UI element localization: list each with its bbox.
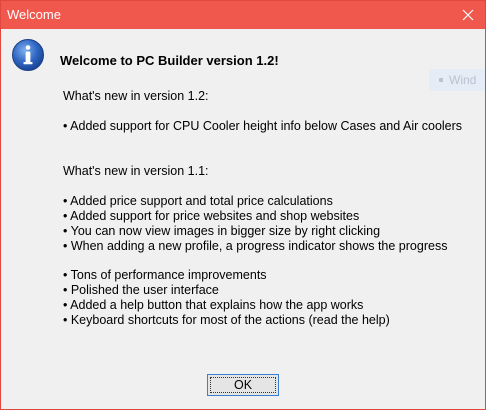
v12-section-title: What's new in version 1.2:	[63, 89, 209, 103]
list-item: • Keyboard shortcuts for most of the act…	[63, 313, 390, 327]
v12-list: • Added support for CPU Cooler height in…	[63, 119, 462, 134]
background-window-fragment: Wind	[429, 69, 485, 91]
close-button[interactable]	[451, 1, 485, 29]
list-item: • Polished the user interface	[63, 283, 219, 297]
close-icon	[462, 9, 474, 21]
v11-list-group-2: • Tons of performance improvements • Pol…	[63, 268, 390, 328]
window-title: Welcome	[7, 7, 61, 22]
dialog-content: Welcome to PC Builder version 1.2! Wind …	[1, 29, 485, 409]
list-item: • Added support for price websites and s…	[63, 209, 360, 223]
window-bullet-icon	[439, 78, 443, 82]
list-item: • Tons of performance improvements	[63, 268, 267, 282]
info-icon	[12, 39, 44, 71]
v11-list-group-1: • Added price support and total price ca…	[63, 194, 447, 254]
list-item: • Added a help button that explains how …	[63, 298, 364, 312]
title-bar[interactable]: Welcome	[1, 1, 485, 29]
list-item: • Added support for CPU Cooler height in…	[63, 119, 463, 133]
background-window-title: Wind	[449, 73, 477, 87]
v11-section-title: What's new in version 1.1:	[63, 164, 209, 178]
list-item: • When adding a new profile, a progress …	[63, 239, 448, 253]
ok-button[interactable]: OK	[207, 374, 279, 396]
welcome-dialog: Welcome Welcome to PC Builder version 1.…	[0, 0, 486, 410]
list-item: • Added price support and total price ca…	[63, 194, 333, 208]
list-item: • You can now view images in bigger size…	[63, 224, 381, 238]
dialog-heading: Welcome to PC Builder version 1.2!	[60, 53, 279, 68]
